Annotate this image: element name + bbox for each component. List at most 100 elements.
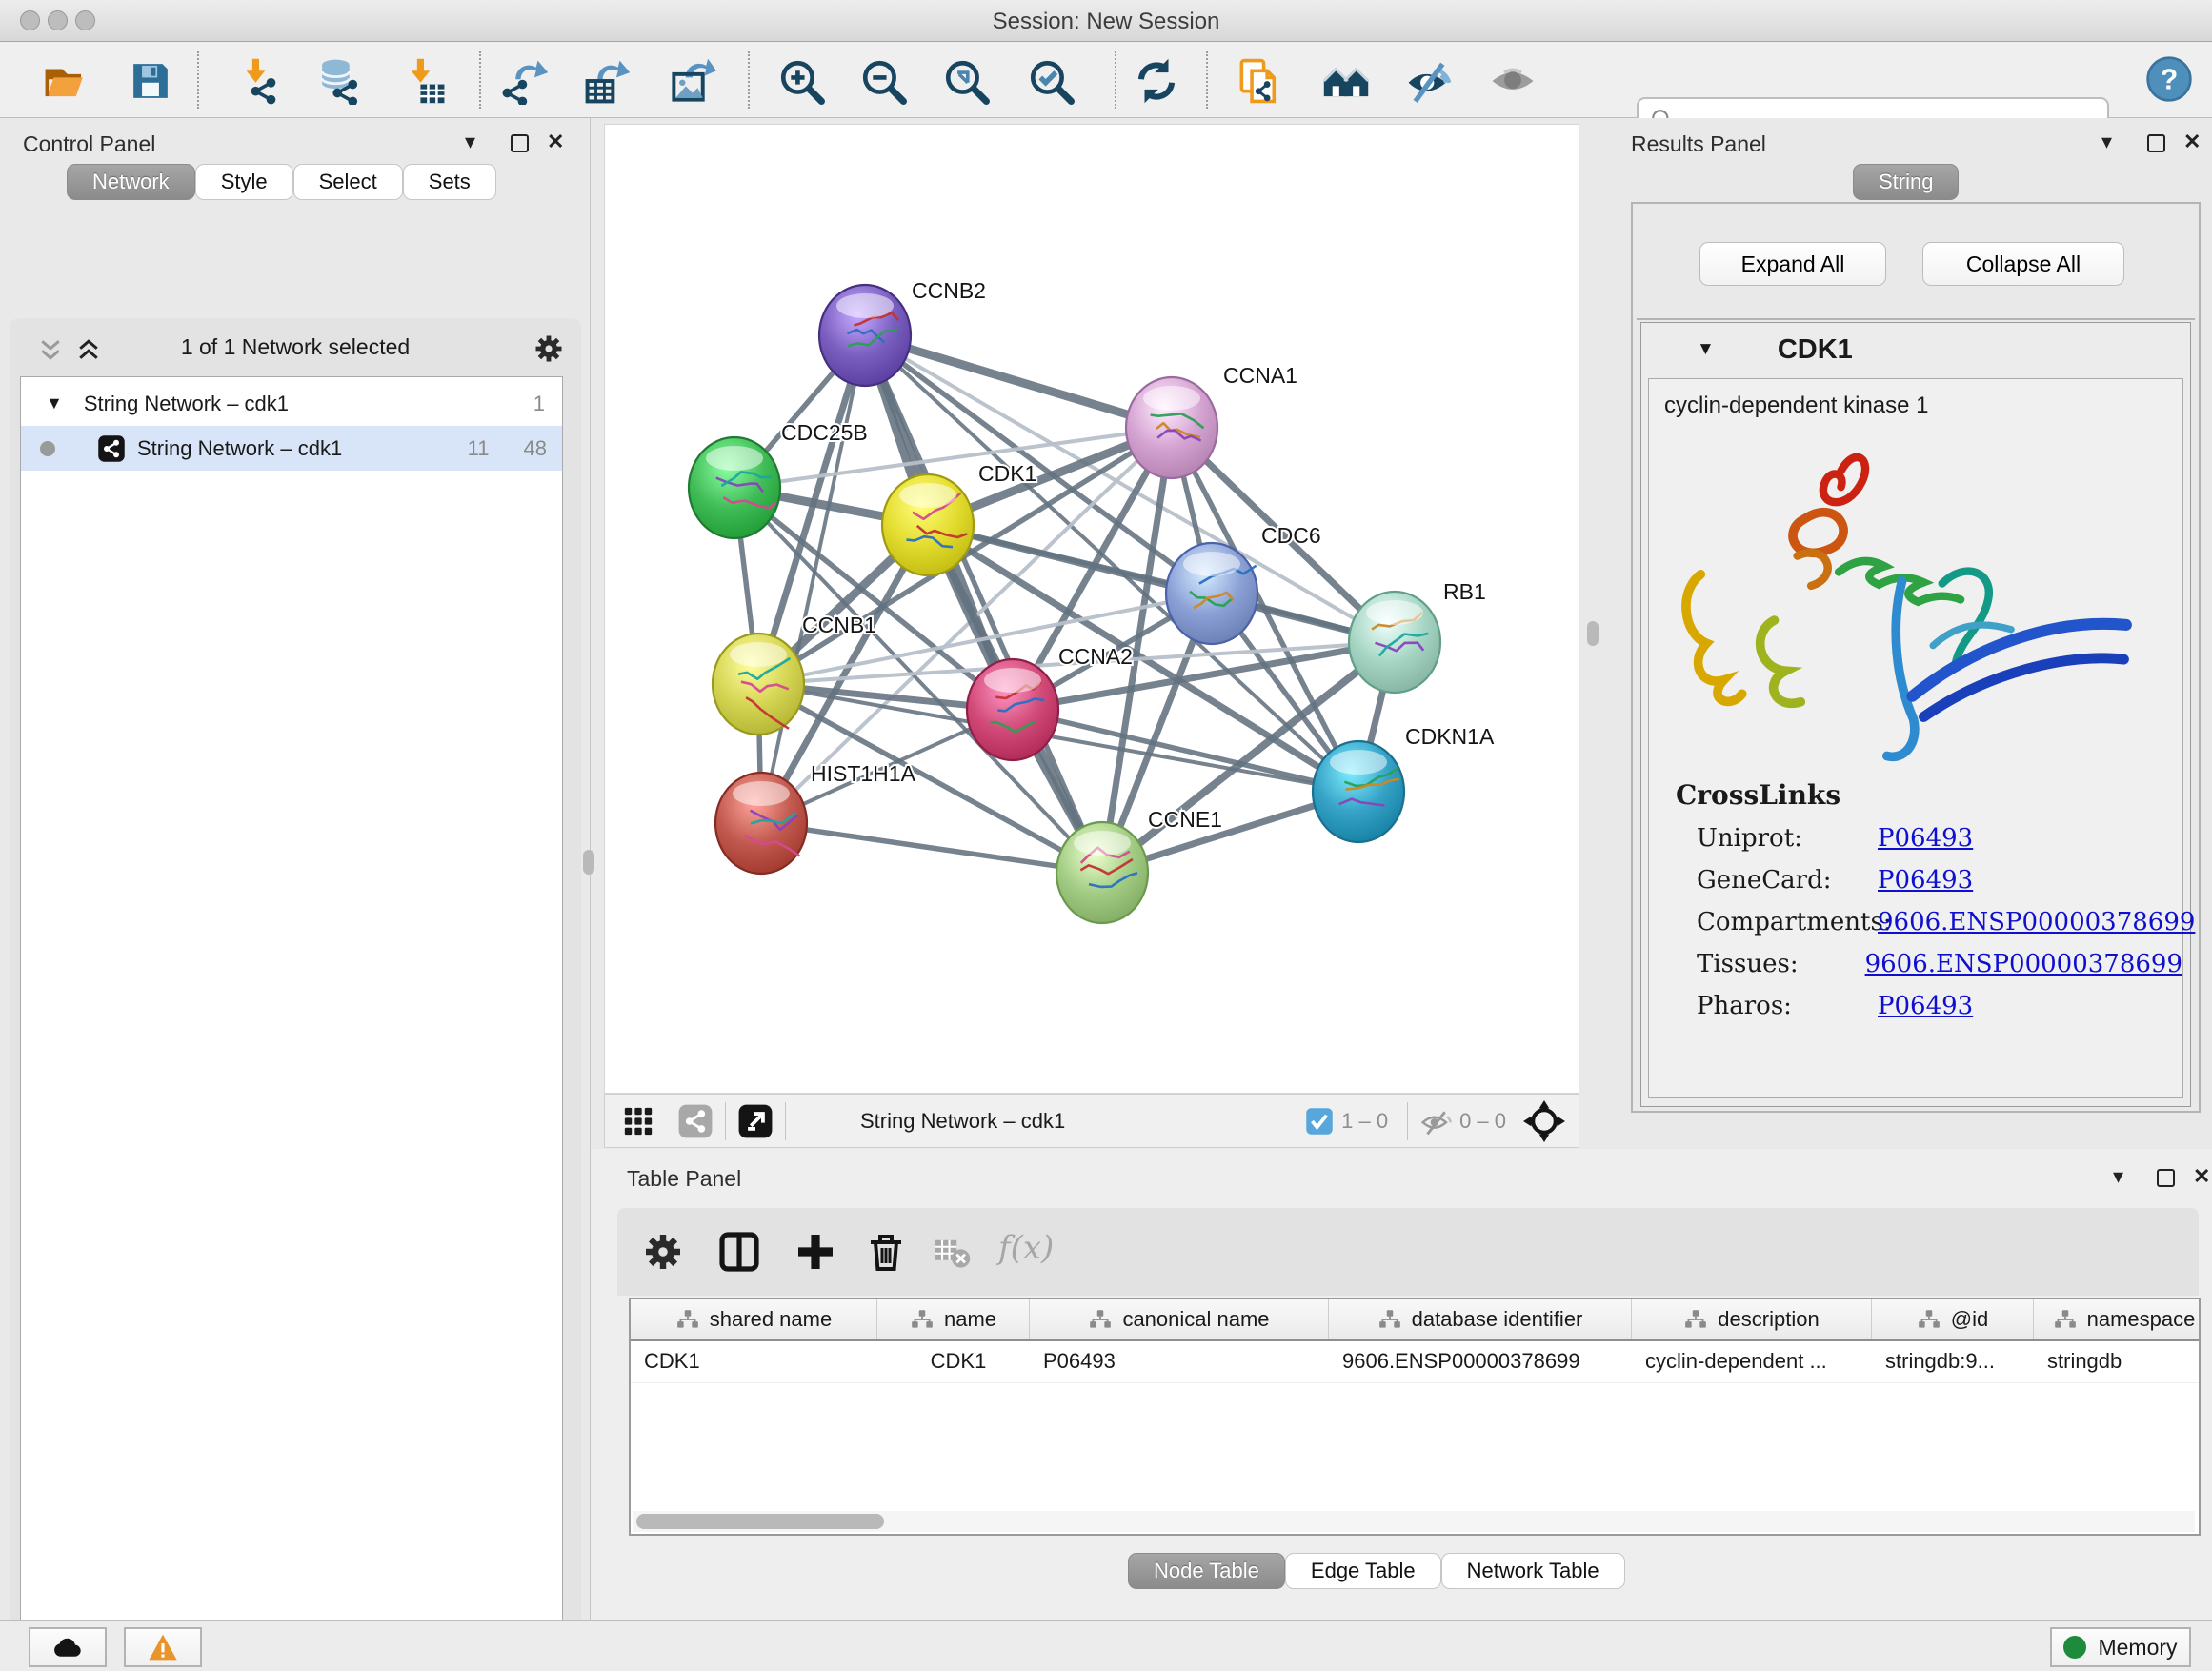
memory-button[interactable]: Memory <box>2050 1627 2191 1667</box>
export-network-icon[interactable] <box>502 57 550 105</box>
tab-network[interactable]: Network <box>67 164 195 200</box>
tab-network-table[interactable]: Network Table <box>1441 1553 1625 1589</box>
gene-collapse-arrow-icon[interactable]: ▼ <box>1697 339 1715 360</box>
tab-string[interactable]: String <box>1853 164 1959 200</box>
control-panel-title: Control Panel <box>23 131 155 157</box>
column-header--id[interactable]: @id <box>1872 1299 2034 1339</box>
selected-checkbox-icon[interactable] <box>1305 1107 1334 1136</box>
show-column-icon[interactable] <box>716 1229 762 1275</box>
help-icon[interactable]: ? <box>2145 55 2193 103</box>
zoom-fit-icon[interactable] <box>942 57 990 105</box>
network-edge[interactable] <box>865 335 1172 428</box>
table-panel-close-icon[interactable]: ✕ <box>2193 1164 2210 1189</box>
network-node-CCNB1[interactable]: CCNB1 <box>713 613 876 735</box>
documents-network-icon[interactable] <box>1237 57 1284 105</box>
eye-crossed-icon[interactable] <box>1405 57 1453 105</box>
create-column-icon[interactable] <box>793 1229 838 1275</box>
results-panel-float-icon[interactable] <box>2147 134 2165 157</box>
results-panel-menu-arrow-icon[interactable]: ▾ <box>2101 130 2112 154</box>
main-toolbar: ? <box>0 42 2212 118</box>
import-table-icon[interactable] <box>400 57 448 105</box>
crosslink-link[interactable]: P06493 <box>1878 866 1973 895</box>
table-row[interactable]: CDK1CDK1P064939606.ENSP00000378699cyclin… <box>631 1341 2199 1383</box>
refresh-icon[interactable] <box>1133 57 1180 105</box>
zoom-out-icon[interactable] <box>859 57 907 105</box>
table-cell[interactable]: CDK1 <box>877 1341 1030 1382</box>
gear-icon[interactable] <box>532 332 566 366</box>
network-row[interactable]: String Network – cdk1 11 48 <box>21 426 562 471</box>
zoom-in-icon[interactable] <box>777 57 825 105</box>
table-panel-menu-arrow-icon[interactable]: ▾ <box>2113 1164 2123 1189</box>
table-cell[interactable]: 9606.ENSP00000378699 <box>1329 1341 1632 1382</box>
grid-view-icon[interactable] <box>622 1105 654 1137</box>
column-header-label: @id <box>1951 1307 1988 1332</box>
tab-node-table[interactable]: Node Table <box>1128 1553 1285 1589</box>
table-panel-float-icon[interactable] <box>2157 1169 2175 1192</box>
network-collection-row[interactable]: ▼ String Network – cdk1 1 <box>21 381 562 426</box>
column-header-description[interactable]: description <box>1632 1299 1872 1339</box>
column-header-database-identifier[interactable]: database identifier <box>1329 1299 1632 1339</box>
network-share-icon <box>97 434 126 463</box>
table-cell[interactable]: CDK1 <box>631 1341 877 1382</box>
fit-selected-crosshair-icon[interactable] <box>1523 1100 1565 1142</box>
open-in-window-icon[interactable] <box>737 1103 774 1139</box>
save-icon[interactable] <box>127 57 174 105</box>
column-header-shared-name[interactable]: shared name <box>631 1299 877 1339</box>
delete-column-icon[interactable] <box>863 1229 909 1275</box>
table-cell[interactable]: stringdb <box>2034 1341 2212 1382</box>
network-edge-count: 48 <box>524 436 547 461</box>
crosslink-label: Compartments: <box>1697 908 1878 936</box>
tab-sets[interactable]: Sets <box>403 164 496 200</box>
column-header-canonical-name[interactable]: canonical name <box>1030 1299 1329 1339</box>
table-cell[interactable]: stringdb:9... <box>1872 1341 2034 1382</box>
table-gear-icon[interactable] <box>640 1229 686 1275</box>
column-header-name[interactable]: name <box>877 1299 1030 1339</box>
zoom-selected-icon[interactable] <box>1027 57 1075 105</box>
control-panel-float-icon[interactable] <box>511 134 529 157</box>
tab-select[interactable]: Select <box>293 164 403 200</box>
network-node-CDK1[interactable]: CDK1 <box>882 461 1036 575</box>
crosslink-link[interactable]: P06493 <box>1878 992 1973 1020</box>
node-label: CCNB1 <box>802 613 876 637</box>
network-node-CDC6[interactable]: CDC6 <box>1166 523 1321 644</box>
crosslink-label: Tissues: <box>1697 950 1865 978</box>
network-node-CDKN1A[interactable]: CDKN1A <box>1313 724 1495 842</box>
houses-icon[interactable] <box>1322 57 1370 105</box>
toolbar-separator <box>1115 51 1116 109</box>
export-image-icon[interactable] <box>669 57 716 105</box>
eye-icon[interactable] <box>1489 57 1537 105</box>
network-edge[interactable] <box>865 335 1102 873</box>
crosslink-link[interactable]: 9606.ENSP00000378699 <box>1878 908 2195 936</box>
column-header-namespace[interactable]: namespace <box>2034 1299 2212 1339</box>
network-canvas[interactable]: CCNB2CCNA1CDC25BCDK1CDC6RB1CCNB1CCNA2CDK… <box>604 124 1579 1094</box>
crosslink-link[interactable]: P06493 <box>1878 824 1973 853</box>
birdseye-toggle-icon[interactable] <box>677 1103 714 1139</box>
tab-edge-table[interactable]: Edge Table <box>1285 1553 1441 1589</box>
toolbar-separator <box>1206 51 1208 109</box>
control-panel-close-icon[interactable]: ✕ <box>547 130 564 154</box>
import-network-icon[interactable] <box>235 57 283 105</box>
control-panel-menu-arrow-icon[interactable]: ▾ <box>465 130 475 154</box>
network-node-RB1[interactable]: RB1 <box>1349 579 1486 693</box>
export-table-icon[interactable] <box>584 57 632 105</box>
open-folder-icon[interactable] <box>42 57 90 105</box>
table-cell[interactable]: P06493 <box>1030 1341 1329 1382</box>
crosslink-link[interactable]: 9606.ENSP00000378699 <box>1865 950 2182 978</box>
network-node-HIST1H1A[interactable]: HIST1H1A <box>715 761 916 874</box>
import-database-icon[interactable] <box>315 57 363 105</box>
hidden-eye-icon <box>1419 1105 1452 1137</box>
expand-all-button[interactable]: Expand All <box>1699 242 1886 286</box>
left-splitter-handle[interactable] <box>583 850 594 875</box>
table-cell[interactable]: cyclin-dependent ... <box>1632 1341 1872 1382</box>
results-panel-close-icon[interactable]: ✕ <box>2183 130 2201 154</box>
network-node-CCNA1[interactable]: CCNA1 <box>1126 363 1297 478</box>
collapse-all-button[interactable]: Collapse All <box>1922 242 2124 286</box>
tab-style[interactable]: Style <box>195 164 293 200</box>
network-edge[interactable] <box>761 823 1102 873</box>
cloud-button[interactable] <box>29 1627 107 1667</box>
tree-expand-arrow-icon[interactable]: ▼ <box>46 393 63 413</box>
scrollbar-thumb[interactable] <box>636 1514 884 1529</box>
crosslink-row: Pharos:P06493 <box>1697 992 2182 1020</box>
right-splitter-handle[interactable] <box>1587 621 1599 646</box>
warnings-button[interactable] <box>124 1627 202 1667</box>
